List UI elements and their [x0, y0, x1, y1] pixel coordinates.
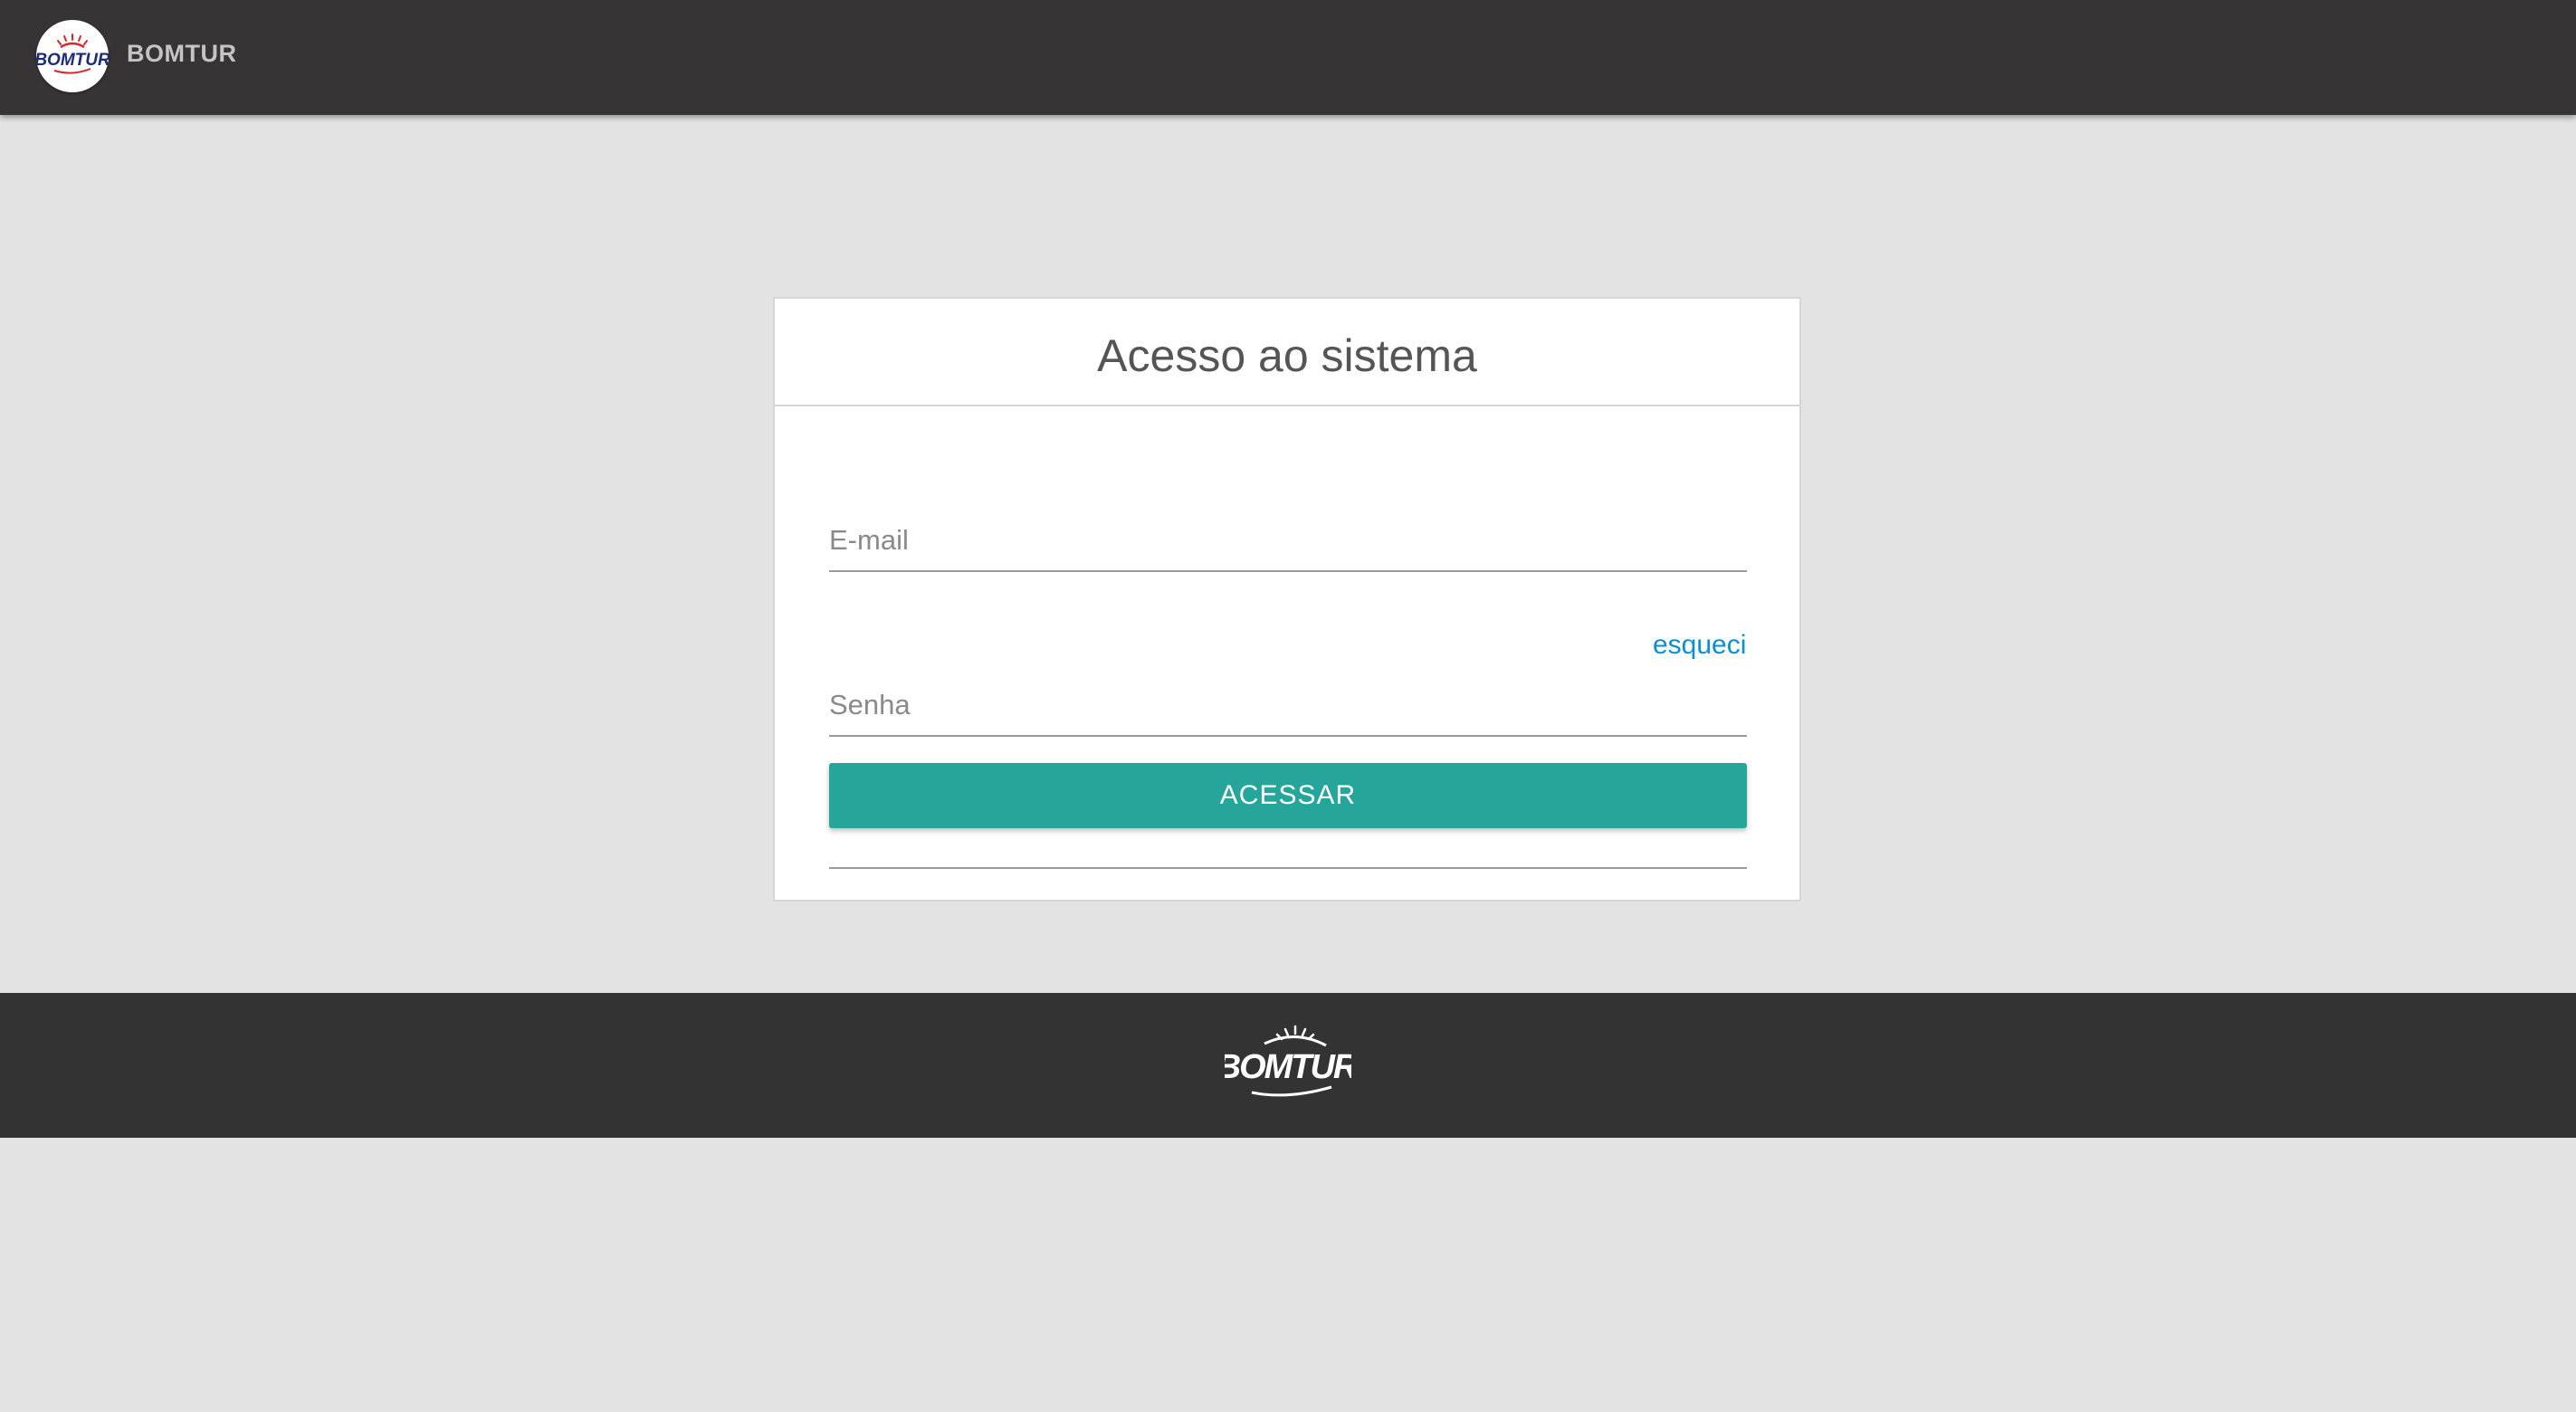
bomtur-logo-icon[interactable]: BOMTUR: [36, 20, 109, 92]
login-card-header: Acesso ao sistema: [775, 299, 1799, 406]
footer: BOMTUR: [0, 993, 2576, 1138]
svg-text:BOMTUR: BOMTUR: [36, 51, 109, 70]
svg-text:BOMTUR: BOMTUR: [1225, 1048, 1351, 1086]
password-field-wrapper: [829, 664, 1747, 737]
top-bar: BOMTUR BOMTUR: [0, 0, 2576, 115]
email-field[interactable]: [829, 500, 1747, 570]
brand-name[interactable]: BOMTUR: [127, 40, 236, 68]
submit-button[interactable]: ACESSAR: [829, 763, 1747, 828]
forgot-password-link[interactable]: esqueci: [1653, 630, 1746, 661]
bomtur-logo-footer-svg: BOMTUR: [1216, 1025, 1360, 1097]
bomtur-logo-badge-svg: BOMTUR: [36, 33, 109, 74]
email-field-wrapper: [829, 500, 1747, 572]
page-title: Acesso ao sistema: [1097, 330, 1477, 381]
password-field[interactable]: [829, 664, 1747, 735]
bomtur-footer-logo-icon: BOMTUR: [1216, 1024, 1360, 1105]
